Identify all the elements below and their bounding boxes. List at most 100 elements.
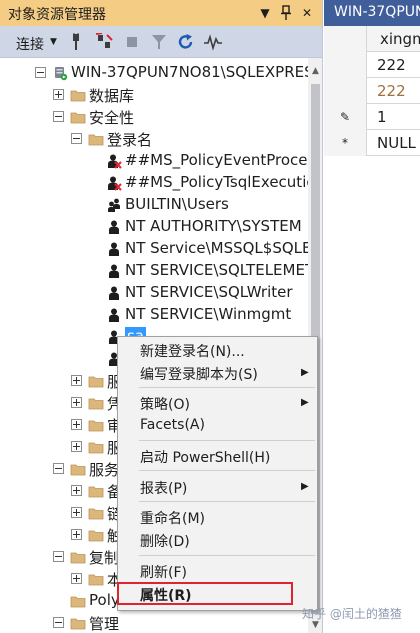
collapse-icon[interactable] (53, 463, 64, 474)
folder-icon (88, 373, 104, 389)
tree-node-databases[interactable]: 数据库 (0, 84, 308, 106)
properties-highlight-box (117, 582, 293, 605)
connect-icon[interactable] (66, 33, 86, 51)
grid-corner-cell[interactable] (324, 26, 367, 52)
tree-node-login-policy-event[interactable]: ##MS_PolicyEventProcess (0, 150, 308, 172)
tree-node-security[interactable]: 安全性 (0, 106, 308, 128)
edit-row-marker[interactable]: ✎ (324, 104, 367, 130)
folder-icon (70, 615, 86, 631)
tree-node-login-policy-tsql[interactable]: ##MS_PolicyTsqlExecution (0, 172, 308, 194)
disabled-login-icon (106, 175, 122, 191)
expand-icon[interactable] (53, 89, 64, 100)
object-explorer-title: 对象资源管理器 (8, 7, 106, 23)
connect-button[interactable]: 连接 (16, 34, 44, 54)
folder-icon (88, 527, 104, 543)
new-row-marker[interactable]: * (324, 130, 367, 156)
close-icon[interactable]: ✕ (298, 3, 316, 23)
submenu-arrow-icon: ▶ (301, 481, 309, 492)
menu-item-refresh[interactable]: 刷新(F) (118, 560, 317, 582)
expand-icon[interactable] (71, 441, 82, 452)
tree-node-label: 服务 (89, 461, 120, 479)
collapse-icon[interactable] (71, 133, 82, 144)
menu-item-rename[interactable]: 重命名(M) (118, 506, 317, 528)
server-icon (52, 65, 68, 81)
expand-icon[interactable] (71, 375, 82, 386)
menu-item-label: 策略(O) (140, 397, 190, 413)
filter-icon[interactable] (149, 33, 169, 51)
table-row[interactable]: ✎ 1 (324, 104, 420, 130)
collapse-icon[interactable] (53, 111, 64, 122)
table-row[interactable]: 222 (324, 52, 420, 78)
menu-item-script-login[interactable]: 编写登录脚本为(S) ▶ (118, 362, 317, 384)
tree-node-management[interactable]: 管理 (0, 612, 308, 633)
activity-monitor-icon[interactable] (203, 33, 223, 51)
grid-header-row: xingm (324, 26, 420, 52)
tree-node-label: Poly (89, 591, 120, 609)
query-results-panel: WIN-37QPUN xingm 222 222 ✎ 1 * NULL (324, 0, 420, 633)
row-selector[interactable] (324, 52, 367, 78)
expand-icon[interactable] (71, 419, 82, 430)
expand-icon[interactable] (71, 573, 82, 584)
grid-cell[interactable]: 1 (377, 108, 387, 126)
tree-node-label: NT Service\MSSQL$SQLEX (125, 239, 308, 257)
menu-item-powershell[interactable]: 启动 PowerShell(H) (118, 445, 317, 467)
folder-icon (70, 593, 86, 609)
grid-column-header[interactable]: xingm (380, 30, 420, 48)
folder-icon (88, 131, 104, 147)
menu-item-delete[interactable]: 删除(D) (118, 529, 317, 551)
stop-icon[interactable] (122, 33, 142, 51)
tree-node-label: NT SERVICE\SQLTELEMETR (125, 261, 308, 279)
tree-node-label: 登录名 (107, 131, 153, 149)
window-dropdown-icon[interactable]: ▼ (256, 3, 274, 23)
tree-node-login-builtin-users[interactable]: BUILTIN\Users (0, 194, 308, 216)
login-user-icon (106, 307, 122, 323)
menu-item-label: 启动 PowerShell(H) (140, 450, 271, 466)
tree-node-label: ##MS_PolicyEventProcess (125, 151, 308, 169)
tree-node-label: 数据库 (89, 87, 135, 105)
collapse-icon[interactable] (53, 617, 64, 628)
menu-item-reports[interactable]: 报表(P) ▶ (118, 476, 317, 498)
menu-item-facets[interactable]: Facets(A) (118, 415, 317, 437)
pin-icon[interactable] (277, 3, 295, 23)
tree-node-label: NT SERVICE\Winmgmt (125, 305, 292, 323)
connect-dropdown-icon[interactable]: ▼ (50, 34, 57, 50)
watermark: 知乎 @闰土的猹猹 (302, 607, 402, 621)
object-explorer-toolbar: 连接 ▼ (0, 26, 322, 58)
grid-cell[interactable]: 222 (377, 56, 406, 74)
scroll-up-icon[interactable]: ▲ (308, 64, 322, 78)
expand-icon[interactable] (71, 397, 82, 408)
menu-separator (139, 501, 315, 502)
table-row[interactable]: 222 (324, 78, 420, 104)
grid-cell[interactable]: NULL (377, 134, 416, 152)
grid-cell[interactable]: 222 (377, 82, 406, 100)
menu-separator (139, 555, 315, 556)
menu-item-label: 新建登录名(N)... (140, 344, 245, 360)
expand-icon[interactable] (71, 507, 82, 518)
collapse-icon[interactable] (53, 551, 64, 562)
tree-node-login-nt-sqltelemetry[interactable]: NT SERVICE\SQLTELEMETR (0, 260, 308, 282)
tree-node-login-nt-sqlwriter[interactable]: NT SERVICE\SQLWriter (0, 282, 308, 304)
menu-item-label: Facets(A) (140, 417, 205, 433)
object-explorer-title-bar[interactable]: 对象资源管理器 ▼ ✕ (0, 0, 322, 26)
menu-item-label: 重命名(M) (140, 511, 206, 527)
menu-item-policies[interactable]: 策略(O) ▶ (118, 392, 317, 414)
expand-icon[interactable] (71, 529, 82, 540)
disconnect-icon[interactable] (94, 32, 114, 51)
menu-separator (139, 440, 315, 441)
tree-node-login-nt-system[interactable]: NT AUTHORITY\SYSTEM (0, 216, 308, 238)
document-tab[interactable]: WIN-37QPUN (324, 0, 420, 26)
refresh-icon[interactable] (176, 33, 196, 51)
collapse-icon[interactable] (35, 67, 46, 78)
tree-node-server[interactable]: WIN-37QPUN7NO81\SQLEXPRESS (0, 62, 308, 84)
table-row[interactable]: * NULL (324, 130, 420, 156)
menu-item-new-login[interactable]: 新建登录名(N)... (118, 339, 317, 361)
login-user-icon (106, 219, 122, 235)
tree-node-logins[interactable]: 登录名 (0, 128, 308, 150)
expand-icon[interactable] (71, 485, 82, 496)
menu-item-label: 刷新(F) (140, 565, 187, 581)
folder-icon (70, 87, 86, 103)
tree-node-login-nt-winmgmt[interactable]: NT SERVICE\Winmgmt (0, 304, 308, 326)
row-selector[interactable] (324, 78, 367, 104)
tree-node-login-nt-mssql[interactable]: NT Service\MSSQL$SQLEX (0, 238, 308, 260)
folder-icon (70, 109, 86, 125)
